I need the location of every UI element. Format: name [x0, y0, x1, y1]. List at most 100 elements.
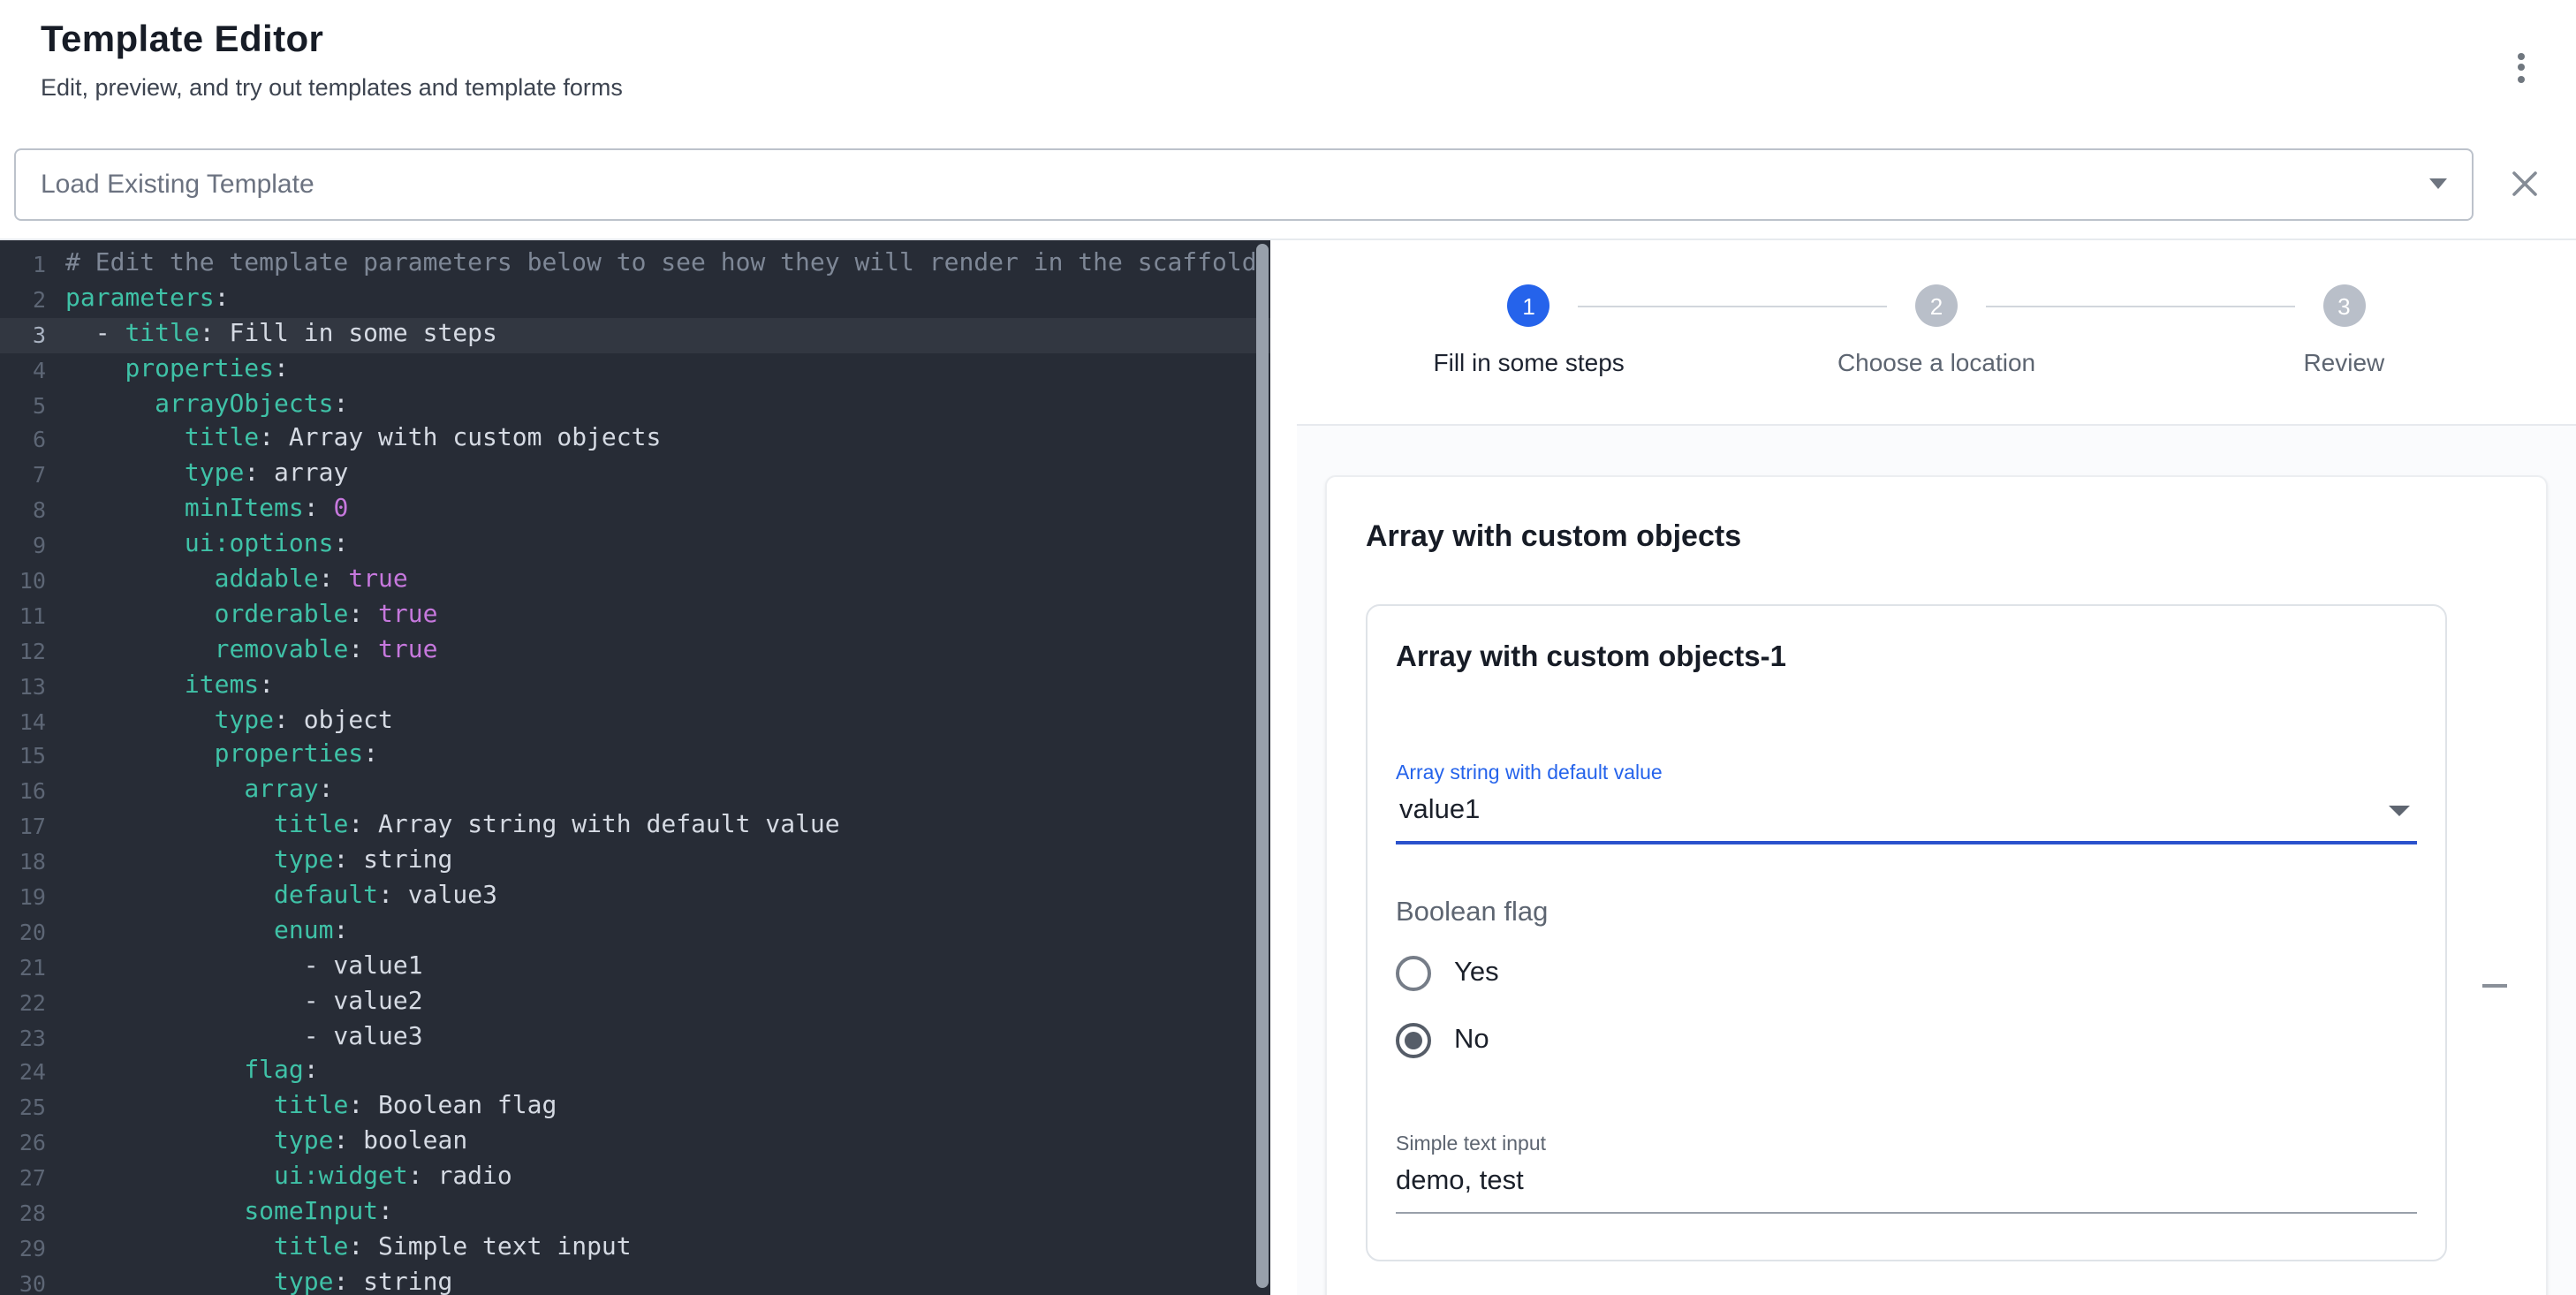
line-number: 1: [0, 247, 46, 283]
editor-line[interactable]: 25 title: Boolean flag: [0, 1091, 1270, 1126]
code-text: - value1: [46, 950, 423, 986]
code-text: title: Array with custom objects: [46, 423, 661, 458]
code-text: minItems: 0: [46, 493, 348, 528]
radio-option-yes[interactable]: Yes: [1396, 940, 2417, 1007]
editor-line[interactable]: 6 title: Array with custom objects: [0, 423, 1270, 458]
radio-yes-label: Yes: [1454, 958, 1499, 989]
code-text: items:: [46, 669, 274, 704]
code-editor[interactable]: 1# Edit the template parameters below to…: [0, 240, 1270, 1295]
code-text: type: string: [46, 1267, 452, 1295]
line-number: 29: [0, 1231, 46, 1267]
editor-line[interactable]: 17 title: Array string with default valu…: [0, 810, 1270, 845]
code-text: ui:widget: radio: [46, 1161, 512, 1196]
page-header: Template Editor Edit, preview, and try o…: [0, 0, 2576, 129]
line-number: 27: [0, 1161, 46, 1196]
stepper-connector: [1579, 306, 1887, 307]
load-existing-template-select[interactable]: Load Existing Template: [14, 148, 2474, 220]
editor-line[interactable]: 21 - value1: [0, 950, 1270, 986]
code-text: ui:options:: [46, 528, 348, 564]
step-2-label: Choose a location: [1837, 348, 2035, 376]
stepper: 1 Fill in some steps 2 Choose a location…: [1297, 240, 2576, 426]
editor-lines: 1# Edit the template parameters below to…: [0, 247, 1270, 1295]
editor-line[interactable]: 3 - title: Fill in some steps: [0, 318, 1270, 353]
step-2-circle: 2: [1915, 284, 1958, 327]
line-number: 25: [0, 1091, 46, 1126]
line-number: 24: [0, 1056, 46, 1091]
editor-line[interactable]: 5 arrayObjects:: [0, 388, 1270, 423]
editor-line[interactable]: 15 properties:: [0, 739, 1270, 775]
code-text: arrayObjects:: [46, 388, 348, 423]
editor-line[interactable]: 2parameters:: [0, 283, 1270, 318]
editor-line[interactable]: 8 minItems: 0: [0, 493, 1270, 528]
line-number: 2: [0, 283, 46, 318]
line-number: 28: [0, 1196, 46, 1231]
editor-line[interactable]: 9 ui:options:: [0, 528, 1270, 564]
editor-line[interactable]: 1# Edit the template parameters below to…: [0, 247, 1270, 283]
editor-line[interactable]: 10 addable: true: [0, 564, 1270, 599]
line-number: 8: [0, 493, 46, 528]
editor-line[interactable]: 14 type: object: [0, 704, 1270, 739]
stepper-connector: [1986, 306, 2294, 307]
step-fill-in-some-steps: 1 Fill in some steps: [1325, 284, 1732, 376]
editor-line[interactable]: 22 - value2: [0, 985, 1270, 1020]
code-text: - value3: [46, 1020, 423, 1056]
line-number: 26: [0, 1126, 46, 1162]
editor-line[interactable]: 16 array:: [0, 775, 1270, 810]
form-area: Array with custom objects Array with cus…: [1297, 426, 2576, 1295]
code-text: enum:: [46, 915, 348, 950]
array-string-select[interactable]: value1: [1396, 791, 2417, 844]
code-text: - title: Fill in some steps: [46, 318, 497, 353]
arrow-drop-down-icon: [2389, 806, 2410, 816]
code-text: title: Simple text input: [46, 1231, 632, 1267]
remove-array-item-button[interactable]: [2472, 963, 2518, 1009]
pane-divider: [1270, 240, 1297, 1295]
more-vert-icon: [2518, 52, 2525, 59]
line-number: 7: [0, 458, 46, 494]
editor-line[interactable]: 7 type: array: [0, 458, 1270, 494]
boolean-flag-radio-group: Boolean flag Yes No: [1396, 897, 2417, 1074]
close-editor-button[interactable]: [2495, 154, 2555, 214]
editor-line[interactable]: 20 enum:: [0, 915, 1270, 950]
line-number: 22: [0, 985, 46, 1020]
editor-line[interactable]: 26 type: boolean: [0, 1126, 1270, 1162]
editor-line[interactable]: 28 someInput:: [0, 1196, 1270, 1231]
line-number: 5: [0, 388, 46, 423]
line-number: 16: [0, 775, 46, 810]
line-number: 21: [0, 950, 46, 986]
step-review: 3 Review: [2140, 284, 2548, 376]
editor-line[interactable]: 24 flag:: [0, 1056, 1270, 1091]
line-number: 4: [0, 352, 46, 388]
editor-line[interactable]: 27 ui:widget: radio: [0, 1161, 1270, 1196]
editor-line[interactable]: 23 - value3: [0, 1020, 1270, 1056]
line-number: 15: [0, 739, 46, 775]
array-section-title: Array with custom objects: [1366, 519, 2507, 555]
line-number: 18: [0, 844, 46, 880]
radio-option-no[interactable]: No: [1396, 1007, 2417, 1074]
editor-line[interactable]: 29 title: Simple text input: [0, 1231, 1270, 1267]
more-options-button[interactable]: [2498, 44, 2544, 90]
code-text: default: value3: [46, 880, 497, 915]
editor-line[interactable]: 30 type: string: [0, 1267, 1270, 1295]
simple-text-input[interactable]: demo, test: [1396, 1166, 2417, 1214]
code-text: type: array: [46, 458, 348, 494]
editor-line[interactable]: 18 type: string: [0, 844, 1270, 880]
code-text: type: boolean: [46, 1126, 467, 1162]
step-3-circle: 3: [2322, 284, 2365, 327]
radio-group-label: Boolean flag: [1396, 897, 2417, 929]
code-text: # Edit the template parameters below to …: [46, 247, 1257, 283]
code-text: orderable: true: [46, 599, 437, 634]
radio-unchecked-icon: [1396, 956, 1431, 991]
editor-line[interactable]: 13 items:: [0, 669, 1270, 704]
radio-checked-icon: [1396, 1023, 1431, 1058]
step-1-label: Fill in some steps: [1434, 348, 1625, 376]
code-text: type: string: [46, 844, 452, 880]
array-string-select-field: Array string with default value value1: [1396, 763, 2417, 844]
code-text: flag:: [46, 1056, 319, 1091]
code-text: removable: true: [46, 634, 437, 670]
editor-scrollbar[interactable]: [1256, 244, 1269, 1288]
editor-line[interactable]: 19 default: value3: [0, 880, 1270, 915]
editor-line[interactable]: 4 properties:: [0, 352, 1270, 388]
line-number: 19: [0, 880, 46, 915]
editor-line[interactable]: 12 removable: true: [0, 634, 1270, 670]
editor-line[interactable]: 11 orderable: true: [0, 599, 1270, 634]
